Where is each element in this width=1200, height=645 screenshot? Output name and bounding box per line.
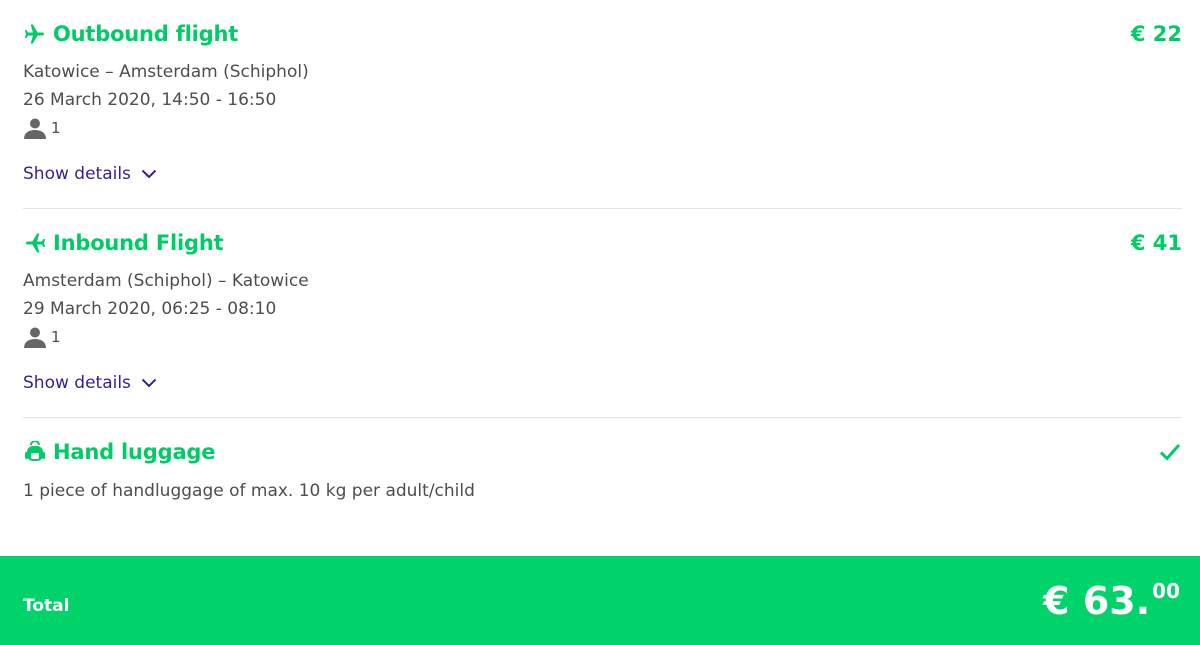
backpack-icon (23, 440, 47, 464)
total-amount-cents: 00 (1152, 579, 1180, 603)
user-icon (23, 326, 47, 348)
total-label: Total (23, 596, 70, 616)
outbound-flight-section: Outbound flight € 22 Katowice – Amsterda… (23, 0, 1182, 209)
inbound-title-wrap: Inbound Flight (23, 231, 224, 255)
inbound-passengers: 1 (23, 326, 61, 348)
inbound-show-details-button[interactable]: Show details (23, 373, 157, 393)
outbound-title: Outbound flight (53, 22, 239, 46)
inbound-flight-section: Inbound Flight € 41 Amsterdam (Schiphol)… (23, 209, 1182, 418)
inbound-title: Inbound Flight (53, 231, 224, 255)
luggage-description: 1 piece of handluggage of max. 10 kg per… (23, 481, 475, 501)
inbound-route: Amsterdam (Schiphol) – Katowice (23, 271, 309, 291)
outbound-show-details-button[interactable]: Show details (23, 164, 157, 184)
hand-luggage-section: Hand luggage 1 piece of handluggage of m… (23, 418, 1182, 538)
chevron-down-icon (141, 378, 157, 388)
outbound-passenger-count: 1 (51, 119, 61, 137)
user-icon (23, 117, 47, 139)
outbound-passengers: 1 (23, 117, 61, 139)
outbound-route: Katowice – Amsterdam (Schiphol) (23, 62, 309, 82)
inbound-passenger-count: 1 (51, 328, 61, 346)
total-amount-main: € 63. (1043, 579, 1151, 623)
check-icon (1158, 440, 1182, 464)
plane-right-icon (23, 22, 47, 46)
outbound-price: € 22 (1130, 22, 1182, 46)
plane-left-icon (23, 231, 47, 255)
booking-summary: Outbound flight € 22 Katowice – Amsterda… (0, 0, 1200, 645)
total-bar: Total € 63. 00 (0, 556, 1200, 645)
outbound-header: Outbound flight € 22 (23, 18, 1182, 50)
outbound-datetime: 26 March 2020, 14:50 - 16:50 (23, 90, 277, 110)
inbound-show-details-label: Show details (23, 373, 131, 393)
luggage-header: Hand luggage (23, 436, 1182, 468)
chevron-down-icon (141, 169, 157, 179)
luggage-title: Hand luggage (53, 440, 216, 464)
outbound-title-wrap: Outbound flight (23, 22, 238, 46)
outbound-show-details-label: Show details (23, 164, 131, 184)
inbound-datetime: 29 March 2020, 06:25 - 08:10 (23, 299, 277, 319)
inbound-price: € 41 (1130, 231, 1182, 255)
total-amount: € 63. 00 (1043, 578, 1180, 624)
luggage-title-wrap: Hand luggage (23, 440, 216, 464)
inbound-header: Inbound Flight € 41 (23, 227, 1182, 259)
